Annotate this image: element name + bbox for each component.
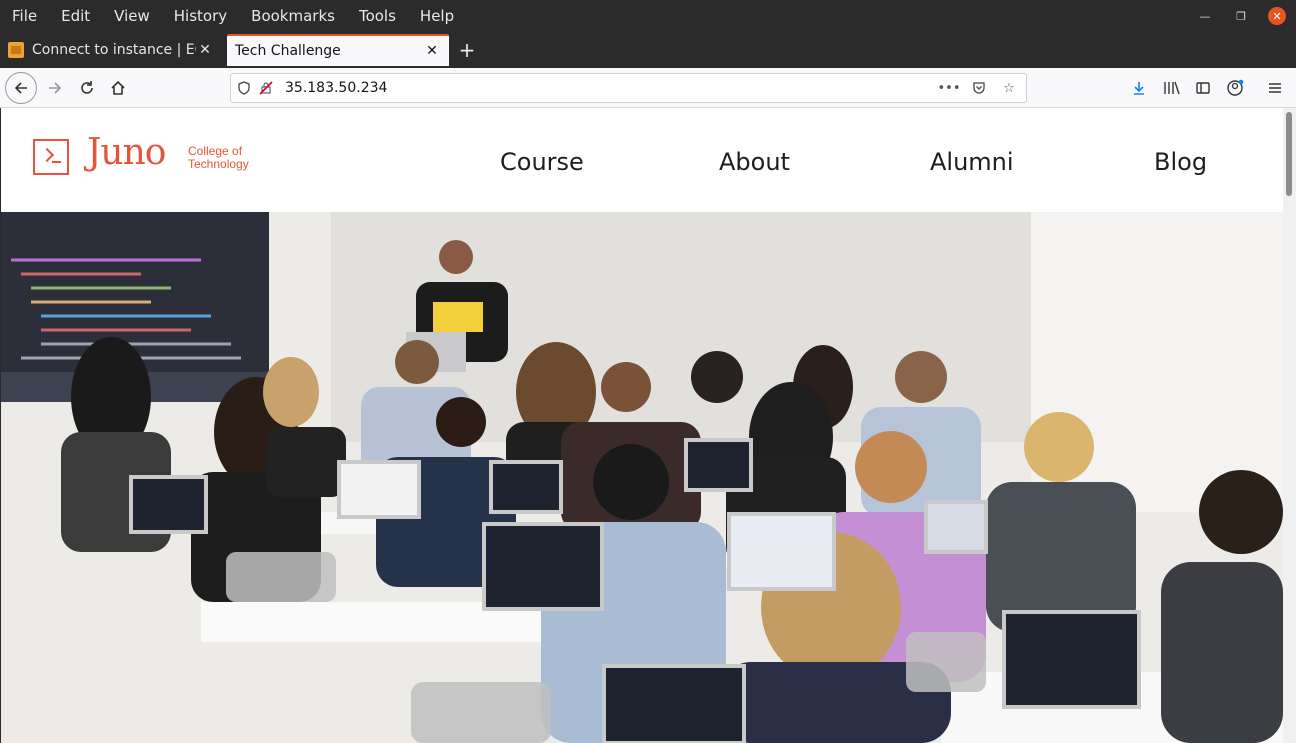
tab-title: Tech Challenge	[235, 43, 341, 59]
maximize-icon[interactable]: ❐	[1232, 10, 1250, 23]
terminal-logo-icon[interactable]	[33, 139, 69, 175]
menu-file[interactable]: File	[0, 0, 49, 32]
account-icon[interactable]	[1222, 74, 1248, 102]
logo-subtitle: College of Technology	[188, 145, 249, 171]
menu-tools[interactable]: Tools	[347, 0, 408, 32]
download-icon[interactable]	[1126, 74, 1152, 102]
new-tab-icon[interactable]: +	[456, 38, 478, 62]
close-window-icon[interactable]: ✕	[1268, 7, 1286, 25]
logo-wordmark[interactable]: Juno	[87, 132, 166, 173]
close-tab-icon[interactable]: ✕	[196, 42, 214, 58]
menu-edit-label: Edit	[61, 7, 91, 25]
nav-alumni[interactable]: Alumni	[930, 148, 1014, 176]
minimize-icon[interactable]: —	[1196, 10, 1214, 23]
shield-icon[interactable]	[233, 77, 255, 99]
menu-help[interactable]: Help	[408, 0, 466, 32]
nav-blog[interactable]: Blog	[1154, 148, 1207, 176]
sidebar-icon[interactable]	[1190, 74, 1216, 102]
menu-bookmarks[interactable]: Bookmarks	[239, 0, 347, 32]
url-text[interactable]: 35.183.50.234	[285, 80, 387, 96]
library-icon[interactable]	[1159, 74, 1185, 102]
url-bar[interactable]: 35.183.50.234 ••• ☆	[230, 73, 1027, 103]
scrollbar-thumb[interactable]	[1286, 112, 1292, 196]
menu-tools-label: Tools	[358, 7, 396, 25]
insecure-lock-icon[interactable]	[255, 77, 277, 99]
tab-bar: Connect to instance | EC2 ✕ Tech Challen…	[0, 32, 1296, 68]
reload-icon[interactable]	[72, 74, 102, 102]
menu-view-label: View	[114, 7, 150, 25]
forward-icon[interactable]	[40, 74, 70, 102]
tab-connect-instance[interactable]: Connect to instance | EC2 ✕	[0, 34, 222, 66]
menu-view[interactable]: View	[102, 0, 162, 32]
menu-bar: File Edit View History Bookmarks Tools H…	[0, 0, 1296, 32]
menu-file-label: File	[12, 7, 38, 25]
logo-subtitle-line-2: Technology	[188, 157, 249, 171]
menu-history[interactable]: History	[162, 0, 239, 32]
star-icon[interactable]: ☆	[998, 77, 1020, 99]
back-icon[interactable]	[5, 72, 37, 104]
page-content: Juno College of Technology Course About …	[1, 108, 1283, 743]
page-scrollbar[interactable]	[1283, 108, 1296, 743]
tab-title: Connect to instance | EC2	[32, 42, 196, 58]
close-tab-icon[interactable]: ✕	[423, 43, 441, 59]
menu-history-label: History	[173, 7, 228, 25]
nav-toolbar: 35.183.50.234 ••• ☆	[0, 68, 1296, 108]
window-controls: — ❐ ✕	[1196, 0, 1286, 32]
nav-about[interactable]: About	[719, 148, 790, 176]
tab-tech-challenge[interactable]: Tech Challenge ✕	[227, 34, 449, 66]
menu-edit[interactable]: Edit	[49, 0, 102, 32]
site-header: Juno College of Technology Course About …	[1, 108, 1283, 212]
nav-course[interactable]: Course	[500, 148, 584, 176]
hero-classroom-photo	[1, 212, 1283, 743]
menu-help-label: Help	[419, 7, 455, 25]
home-icon[interactable]	[103, 74, 133, 102]
menu-icon[interactable]	[1262, 74, 1288, 102]
classroom-photo-illustration	[1, 212, 1283, 743]
aws-box-icon	[8, 42, 24, 58]
more-icon[interactable]: •••	[938, 77, 961, 99]
pocket-icon[interactable]	[968, 77, 990, 99]
menu-bookmarks-label: Bookmarks	[251, 7, 335, 25]
